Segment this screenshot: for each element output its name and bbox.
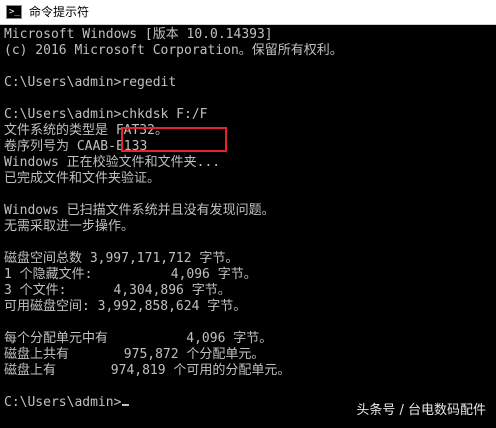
console-line: (c) 2016 Microsoft Corporation。保留所有权利。	[4, 43, 343, 58]
command-prompt-window: >_ 命令提示符 Microsoft Windows [版本 10.0.1439…	[0, 0, 496, 428]
highlight-box	[121, 127, 227, 152]
console-lines: Microsoft Windows [版本 10.0.14393] (c) 20…	[4, 27, 343, 411]
console-line: 3 个文件: 4,304,896 字节。	[4, 283, 231, 298]
console-line: Windows 正在校验文件和文件夹...	[4, 155, 221, 170]
console-line: 磁盘上共有 975,872 个分配单元。	[4, 347, 265, 362]
console-line: 每个分配单元中有 4,096 字节。	[4, 331, 273, 346]
console-line: 1 个隐藏文件: 4,096 字节。	[4, 267, 257, 282]
console-line: 无需采取进一步操作。	[4, 219, 135, 234]
console-line: 可用磁盘空间: 3,992,858,624 字节。	[4, 299, 247, 314]
cmd-icon: >_	[6, 5, 22, 19]
console-line: 磁盘上有 974,819 个可用的分配单元。	[4, 363, 291, 378]
console-line: C:\Users\admin>regedit	[4, 75, 177, 90]
console-prompt-line[interactable]: C:\Users\admin>	[4, 395, 343, 411]
title-bar[interactable]: >_ 命令提示符	[0, 0, 496, 25]
console-line: 已完成文件和文件夹验证。	[4, 171, 161, 186]
console-line: Microsoft Windows [版本 10.0.14393]	[4, 27, 273, 42]
console-line: 磁盘空间总数 3,997,171,712 字节。	[4, 251, 239, 266]
window-title: 命令提示符	[29, 5, 90, 19]
text-cursor	[122, 404, 130, 406]
console-line-chkdsk-command: C:\Users\admin>chkdsk F:/F	[4, 107, 208, 122]
console-line: Windows 已扫描文件系统并且没有发现问题。	[4, 203, 275, 218]
prompt-text: C:\Users\admin>	[4, 395, 122, 410]
watermark: 头条号 / 台电数码配件	[356, 403, 486, 418]
console-output[interactable]: Microsoft Windows [版本 10.0.14393] (c) 20…	[0, 26, 496, 428]
